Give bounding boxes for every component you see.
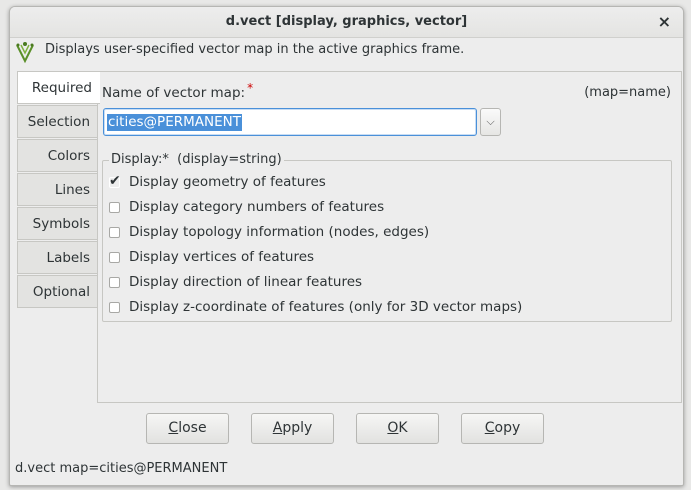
copy-mnemonic: C <box>484 420 495 436</box>
checkmark-icon: ✔ <box>109 172 121 189</box>
display-group: Display:* (display=string) ✔ Display geo… <box>102 152 672 322</box>
titlebar: d.vect [display, graphics, vector] × <box>10 7 683 38</box>
display-option-topo[interactable]: Display topology information (nodes, edg… <box>109 223 429 241</box>
option-label: Display category numbers of features <box>129 199 385 215</box>
tab-selection[interactable]: Selection <box>17 105 98 138</box>
display-option-cat[interactable]: Display category numbers of features <box>109 198 384 216</box>
option-label: Display geometry of features <box>129 174 326 190</box>
option-label: Display topology information (nodes, edg… <box>129 224 430 240</box>
map-field-label-text: Name of vector map: <box>102 85 246 101</box>
window-title: d.vect [display, graphics, vector] <box>225 14 468 29</box>
dialog-window: d.vect [display, graphics, vector] × Dis… <box>9 6 684 486</box>
apply-mnemonic: A <box>272 420 283 436</box>
apply-button[interactable]: Apply <box>251 413 334 444</box>
map-name-input[interactable]: cities@PERMANENT <box>103 108 477 136</box>
module-description: Displays user-specified vector map in th… <box>45 42 465 57</box>
option-label: Display direction of linear features <box>129 274 363 290</box>
display-option-vert[interactable]: Display vertices of features <box>109 248 314 266</box>
checkbox[interactable] <box>109 201 120 213</box>
option-label: Display vertices of features <box>129 249 315 265</box>
map-name-value: cities@PERMANENT <box>107 114 242 131</box>
chevron-down-icon: ⌵ <box>486 115 495 128</box>
ok-label-rest: K <box>398 420 408 436</box>
map-dropdown-button[interactable]: ⌵ <box>480 108 501 136</box>
tab-labels[interactable]: Labels <box>17 241 98 274</box>
required-panel: Name of vector map: * (map=name) cities@P… <box>97 71 682 403</box>
checkbox[interactable]: ✔ <box>109 173 121 189</box>
apply-label-rest: pply <box>282 420 313 436</box>
required-mark: * <box>247 81 254 95</box>
ok-mnemonic: O <box>387 420 399 436</box>
tab-optional[interactable]: Optional <box>17 275 98 308</box>
checkbox[interactable] <box>109 276 120 288</box>
close-icon[interactable]: × <box>658 12 671 31</box>
vector-display-icon <box>16 42 34 64</box>
display-option-dir[interactable]: Display direction of linear features <box>109 273 362 291</box>
tab-required[interactable]: Required <box>17 71 100 104</box>
option-label: Display z-coordinate of features (only f… <box>129 299 523 315</box>
ok-button[interactable]: OK <box>356 413 439 444</box>
checkbox[interactable] <box>109 301 120 313</box>
command-status: d.vect map=cities@PERMANENT <box>15 461 228 476</box>
tab-colors[interactable]: Colors <box>17 139 98 172</box>
close-label-rest: lose <box>178 420 207 436</box>
tab-lines[interactable]: Lines <box>17 173 98 206</box>
map-field-key: (map=name) <box>584 85 671 100</box>
display-group-key: (display=string) <box>177 152 282 167</box>
display-group-title: Display:* <box>111 152 169 167</box>
checkbox[interactable] <box>109 226 120 238</box>
map-field-label: Name of vector map: * <box>102 81 253 101</box>
display-option-zcoor[interactable]: Display z-coordinate of features (only f… <box>109 298 522 316</box>
close-mnemonic: C <box>168 420 179 436</box>
close-button[interactable]: Close <box>146 413 229 444</box>
display-group-legend: Display:* (display=string) <box>109 152 284 167</box>
copy-label-rest: opy <box>494 420 521 436</box>
tab-symbols[interactable]: Symbols <box>17 207 98 240</box>
checkbox[interactable] <box>109 251 120 263</box>
copy-button[interactable]: Copy <box>461 413 544 444</box>
display-option-shape[interactable]: ✔ Display geometry of features <box>109 173 326 191</box>
